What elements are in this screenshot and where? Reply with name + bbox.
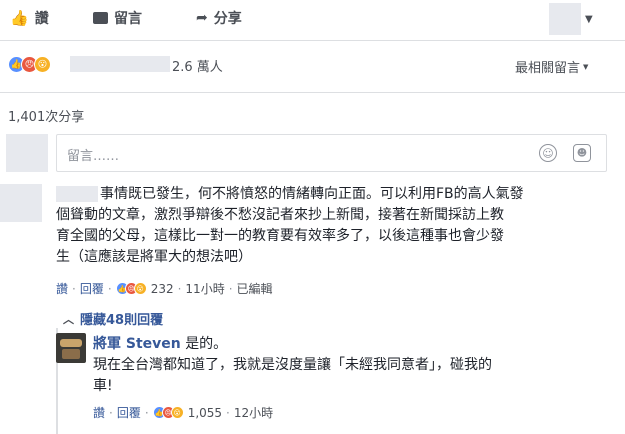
comment-line: 事情既已發生，何不將憤怒的情緒轉向正面。可以利用FB的高人氣發 bbox=[100, 186, 524, 202]
comment-reactions[interactable]: 👍 😠 😮 bbox=[115, 282, 147, 295]
avatar-selector[interactable] bbox=[549, 3, 581, 35]
comment-line: 個聳動的文章，激烈爭辯後不愁沒記者來抄上新聞，接著在新聞採訪上教 bbox=[56, 207, 504, 223]
comment-body: 事情既已發生，何不將憤怒的情緒轉向正面。可以利用FB的高人氣發 個聳動的文章，激… bbox=[56, 184, 611, 268]
hide-replies-toggle[interactable]: ︿ 隱藏48則回覆 bbox=[63, 309, 164, 329]
avatar bbox=[6, 134, 48, 172]
divider bbox=[0, 92, 625, 93]
reply-line: 現在全台灣都知道了，我就是沒度量讓「未經我同意者」，碰我的 bbox=[93, 357, 492, 373]
sticker-icon[interactable]: ☻ bbox=[573, 144, 591, 162]
comment-timestamp[interactable]: 11小時 bbox=[185, 280, 224, 297]
wow-reaction-icon: 😮 bbox=[170, 406, 184, 419]
hide-replies-label: 隱藏48則回覆 bbox=[80, 313, 164, 328]
reply-timestamp[interactable]: 12小時 bbox=[234, 404, 273, 421]
reply-line: 車! bbox=[93, 378, 113, 394]
reactor-names[interactable] bbox=[70, 56, 170, 72]
comment-input[interactable]: 留言…… ☺ ☻ bbox=[56, 134, 607, 172]
reaction-icons[interactable]: 👍 😠 😮 bbox=[8, 56, 51, 73]
shares-count[interactable]: 1,401次分享 bbox=[8, 106, 84, 125]
comment-action[interactable]: 留言 bbox=[93, 8, 142, 28]
thumbs-up-icon: 👍 bbox=[10, 9, 29, 27]
reply-meta: 讚 · 回覆 · 👍 😠 😮 1,055 · 12小時 bbox=[93, 404, 274, 421]
avatar[interactable] bbox=[0, 184, 42, 222]
comment-meta: 讚 · 回覆 · 👍 😠 😮 232 · 11小時 · 已編輯 bbox=[56, 280, 273, 297]
reply-reaction-count[interactable]: 1,055 bbox=[188, 406, 222, 420]
comment-input-placeholder: 留言…… bbox=[67, 149, 120, 164]
sort-dropdown[interactable]: 最相關留言 ▼ bbox=[515, 57, 588, 76]
wow-reaction-icon: 😮 bbox=[133, 282, 147, 295]
comment-line: 生（這應該是將軍大的想法吧） bbox=[56, 249, 252, 265]
comment-action-label: 留言 bbox=[114, 11, 142, 27]
reply-author[interactable]: 將軍 Steven bbox=[93, 336, 181, 352]
reply-line: 是的。 bbox=[185, 336, 228, 352]
sort-label: 最相關留言 bbox=[515, 61, 581, 76]
share-action-label: 分享 bbox=[213, 11, 242, 27]
reply-like-link[interactable]: 讚 bbox=[93, 404, 105, 421]
avatar[interactable] bbox=[56, 333, 86, 363]
share-action[interactable]: ➦ 分享 bbox=[196, 8, 242, 28]
like-action-label: 讚 bbox=[34, 11, 49, 27]
chevron-down-icon[interactable]: ▼ bbox=[585, 14, 593, 25]
comment-reply-link[interactable]: 回覆 bbox=[80, 280, 104, 297]
reply-reactions[interactable]: 👍 😠 😮 bbox=[152, 406, 184, 419]
reply-reply-link[interactable]: 回覆 bbox=[117, 404, 141, 421]
share-arrow-icon: ➦ bbox=[196, 10, 208, 26]
comment-line: 育全國的父母，這樣比一對一的教育要有效率多了，以後這種事也會少發 bbox=[56, 228, 504, 244]
like-action[interactable]: 👍 讚 bbox=[10, 8, 49, 28]
speech-bubble-icon bbox=[93, 12, 108, 24]
comment-like-link[interactable]: 讚 bbox=[56, 280, 68, 297]
wow-reaction-icon: 😮 bbox=[34, 56, 51, 73]
reply-body: 將軍 Steven 是的。 現在全台灣都知道了，我就是沒度量讓「未經我同意者」，… bbox=[93, 334, 613, 397]
reaction-count[interactable]: 2.6 萬人 bbox=[172, 56, 223, 75]
caret-down-icon: ▼ bbox=[583, 62, 589, 71]
emoji-icon[interactable]: ☺ bbox=[539, 144, 557, 162]
comment-reaction-count[interactable]: 232 bbox=[151, 282, 174, 296]
divider bbox=[0, 40, 625, 41]
edited-label[interactable]: 已編輯 bbox=[237, 280, 273, 297]
chevron-up-icon: ︿ bbox=[63, 312, 74, 326]
